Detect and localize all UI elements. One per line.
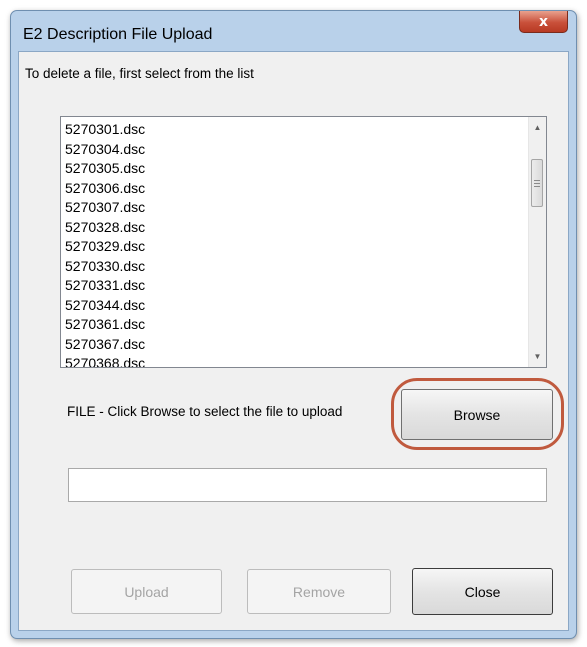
list-item[interactable]: 5270361.dsc — [65, 315, 145, 335]
list-item[interactable]: 5270307.dsc — [65, 198, 145, 218]
file-list: 5270301.dsc 5270304.dsc 5270305.dsc 5270306… — [65, 120, 145, 367]
scrollbar-grip-icon — [534, 179, 540, 187]
scroll-down-arrow-icon[interactable]: ▼ — [529, 348, 546, 365]
list-item[interactable]: 5270331.dsc — [65, 276, 145, 296]
list-item[interactable]: 5270304.dsc — [65, 140, 145, 160]
list-item[interactable]: 5270368.dsc — [65, 354, 145, 367]
list-item[interactable]: 5270367.dsc — [65, 335, 145, 355]
list-item[interactable]: 5270306.dsc — [65, 179, 145, 199]
browse-button[interactable]: Browse — [401, 389, 553, 440]
scrollbar-thumb[interactable] — [531, 159, 543, 207]
vertical-scrollbar[interactable]: ▲ ▼ — [528, 117, 546, 367]
list-item[interactable]: 5270329.dsc — [65, 237, 145, 257]
remove-button[interactable]: Remove — [247, 569, 391, 614]
close-icon: x — [538, 13, 549, 30]
list-item[interactable]: 5270344.dsc — [65, 296, 145, 316]
dialog-window: E2 Description File Upload x To delete a… — [10, 10, 577, 639]
list-item[interactable]: 5270330.dsc — [65, 257, 145, 277]
file-listbox[interactable]: 5270301.dsc 5270304.dsc 5270305.dsc 5270306… — [60, 116, 547, 368]
file-path-input[interactable] — [68, 468, 547, 502]
window-close-button[interactable]: x — [519, 11, 568, 33]
delete-instruction-label: To delete a file, first select from the … — [25, 66, 254, 81]
list-item[interactable]: 5270301.dsc — [65, 120, 145, 140]
scroll-up-arrow-icon[interactable]: ▲ — [529, 119, 546, 136]
upload-button[interactable]: Upload — [71, 569, 222, 614]
window-title: E2 Description File Upload — [23, 26, 213, 43]
close-button[interactable]: Close — [412, 568, 553, 615]
file-browse-label: FILE - Click Browse to select the file t… — [67, 404, 343, 419]
list-item[interactable]: 5270305.dsc — [65, 159, 145, 179]
list-item[interactable]: 5270328.dsc — [65, 218, 145, 238]
